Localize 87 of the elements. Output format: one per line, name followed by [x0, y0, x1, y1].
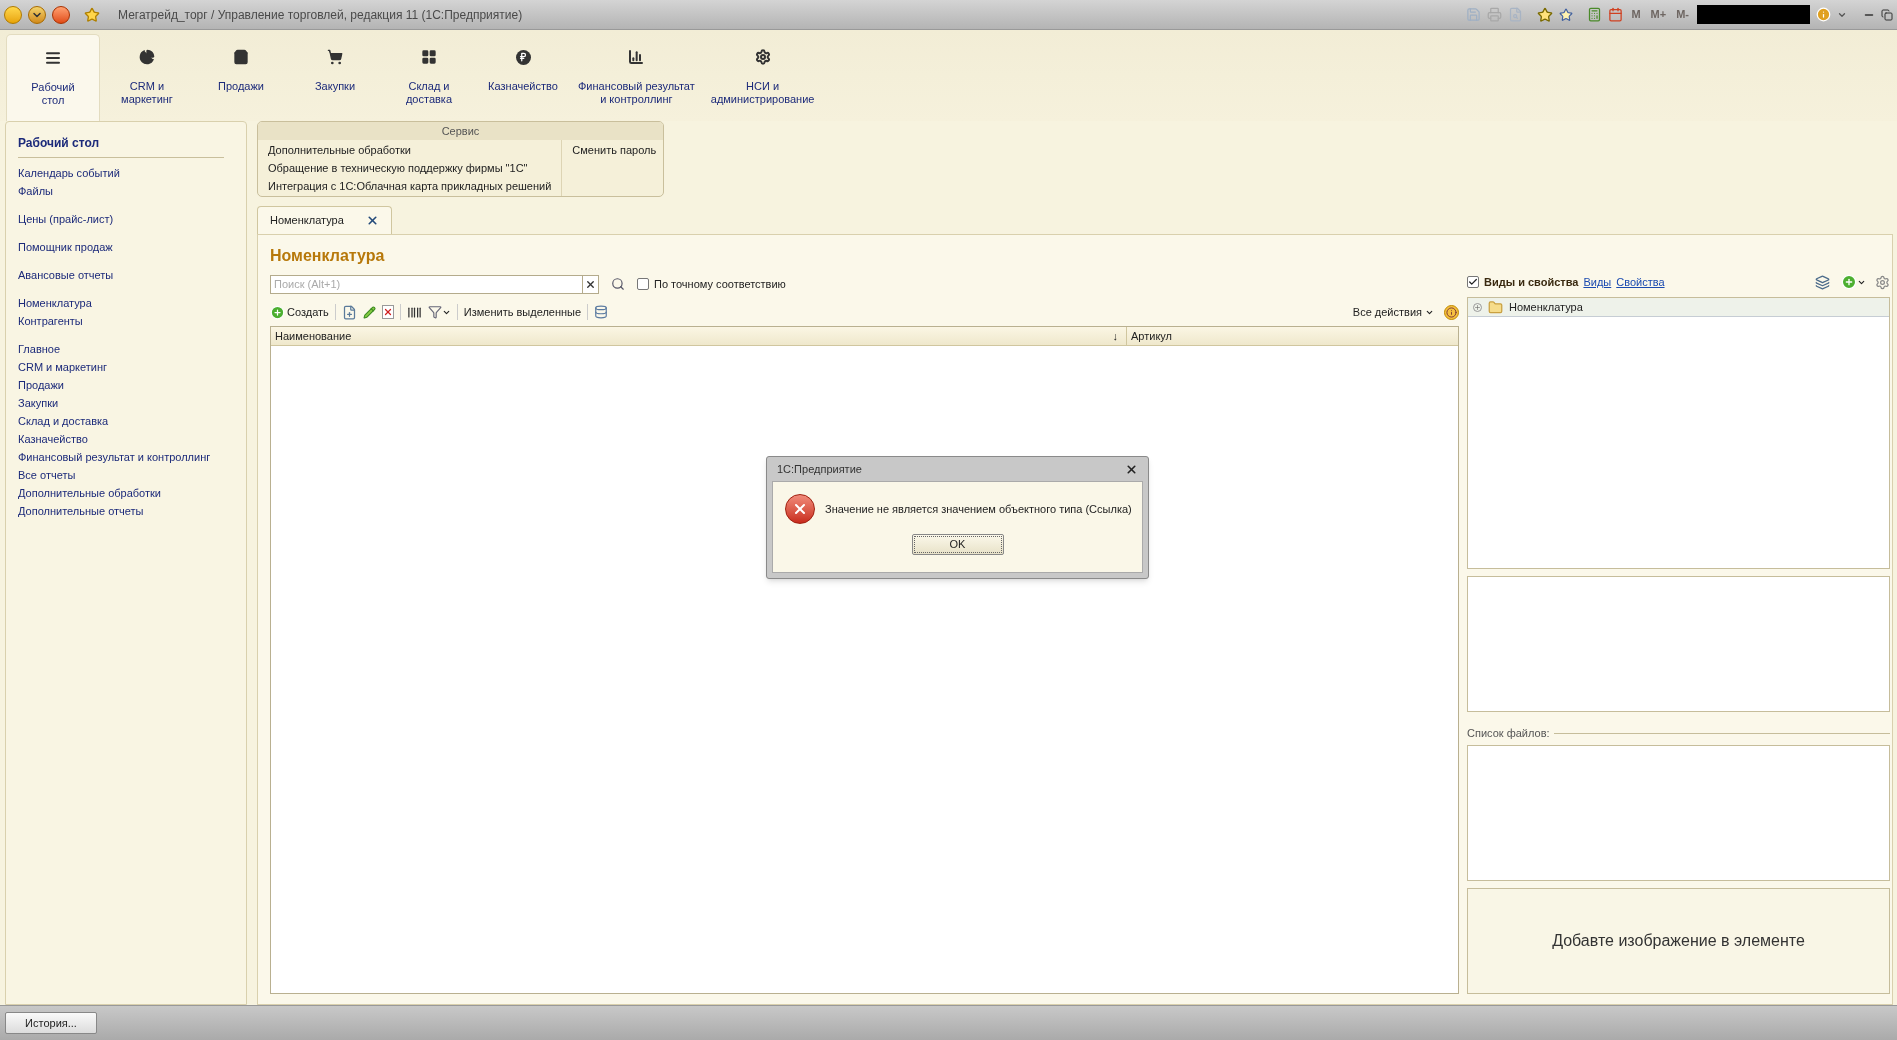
- bar-chart-icon: [628, 49, 645, 65]
- section-tab[interactable]: НСИ и администрирование: [702, 34, 823, 121]
- calculator-icon[interactable]: [1587, 7, 1603, 22]
- folder-icon: [1488, 299, 1503, 315]
- panel-link[interactable]: Виды: [1583, 273, 1612, 291]
- search-icon[interactable]: [611, 277, 625, 291]
- tree-row[interactable]: Номенклатура: [1468, 298, 1889, 317]
- info-icon[interactable]: [1816, 7, 1831, 22]
- section-tab[interactable]: Склад и доставка: [382, 34, 476, 121]
- service-link[interactable]: Обращение в техническую поддержку фирмы "1С": [268, 161, 552, 176]
- image-hint: Добавте изображение в элементе: [1552, 930, 1805, 951]
- star-page-icon[interactable]: [1559, 7, 1574, 22]
- delete-icon[interactable]: [381, 305, 394, 319]
- sidebar-link[interactable]: Дополнительные отчеты: [18, 504, 144, 518]
- sidebar-link[interactable]: Контрагенты: [18, 314, 83, 328]
- search-field[interactable]: Поиск (Alt+1): [270, 274, 583, 294]
- kinds-checkbox[interactable]: [1467, 276, 1479, 288]
- exact-match-checkbox[interactable]: [637, 278, 649, 290]
- column-header[interactable]: Артикул: [1127, 327, 1458, 345]
- copy-item-icon[interactable]: [341, 304, 357, 320]
- section-tab[interactable]: Закупки: [288, 34, 382, 121]
- files-label: Список файлов:: [1467, 726, 1550, 741]
- sidebar-title: Рабочий стол: [18, 134, 224, 158]
- close-icon[interactable]: [365, 214, 379, 227]
- sidebar-link[interactable]: Склад и доставка: [18, 414, 109, 428]
- section-tab[interactable]: Продажи: [194, 34, 288, 121]
- sidebar-link[interactable]: Цены (прайс-лист): [18, 212, 114, 226]
- sort-mark: ↓: [1112, 328, 1119, 344]
- section-tab[interactable]: Финансовый результат и контроллинг: [570, 34, 703, 121]
- section-tab[interactable]: Рабочий стол: [6, 34, 100, 121]
- create-button[interactable]: Создать: [270, 303, 329, 321]
- app-logo-icon[interactable]: [4, 5, 22, 24]
- ruble-coin-icon: [515, 49, 531, 65]
- all-actions-button[interactable]: Все действия: [1352, 303, 1434, 321]
- add-icon[interactable]: [1841, 274, 1866, 290]
- ok-button[interactable]: OK: [911, 534, 1004, 555]
- settings-icon: [754, 49, 771, 65]
- clear-icon[interactable]: [585, 278, 596, 290]
- history-button[interactable]: История...: [5, 1012, 97, 1034]
- sidebar-link[interactable]: Авансовые отчеты: [18, 268, 114, 282]
- barcode-icon[interactable]: [406, 304, 422, 320]
- pie-chart-icon: [139, 49, 155, 65]
- expand-icon[interactable]: [1473, 302, 1482, 312]
- dialog-title: 1С:Предприятие: [777, 461, 862, 477]
- cart-icon: [327, 49, 343, 65]
- filter-icon[interactable]: [427, 305, 451, 319]
- sidebar-link[interactable]: CRM и маркетинг: [18, 360, 108, 374]
- error-icon: [785, 494, 815, 524]
- sidebar-link[interactable]: Помощник продаж: [18, 240, 113, 254]
- dropdown-icon[interactable]: [28, 5, 46, 24]
- checkbox-label: По точному соответствию: [654, 276, 786, 292]
- sidebar-link[interactable]: Все отчеты: [18, 468, 76, 482]
- error-message: Значение не является значением объектного типа (Ссылка): [825, 501, 1132, 517]
- sidebar-link[interactable]: Календарь событий: [18, 166, 120, 180]
- sidebar-link[interactable]: Закупки: [18, 396, 59, 410]
- plus-icon: [270, 304, 285, 320]
- checkbox-label: Виды и свойства: [1484, 274, 1579, 290]
- edit-selected-button[interactable]: Изменить выделенные: [463, 303, 582, 321]
- close-icon[interactable]: [1125, 462, 1138, 476]
- section-tab[interactable]: Казначейство: [476, 34, 570, 121]
- sidebar-link[interactable]: Номенклатура: [18, 296, 92, 310]
- sidebar-link[interactable]: Файлы: [18, 184, 53, 198]
- star-icon[interactable]: [84, 6, 100, 23]
- service-link[interactable]: Сменить пароль: [572, 143, 657, 158]
- window-title: Мегатрейд_торг / Управление торговлей, редакция 11 (1С:Предприятие): [118, 6, 523, 24]
- document-tab[interactable]: Номенклатура: [257, 206, 392, 234]
- sidebar-link[interactable]: Финансовый результат и контроллинг: [18, 450, 211, 464]
- section-tab[interactable]: CRM и маркетинг: [100, 34, 194, 121]
- service-link[interactable]: Дополнительные обработки: [268, 143, 552, 158]
- settings-icon[interactable]: [1875, 274, 1890, 290]
- grid-icon: [421, 49, 437, 65]
- sidebar-link[interactable]: Главное: [18, 342, 61, 356]
- pencil-icon[interactable]: [362, 305, 376, 319]
- list-icon: [45, 50, 61, 66]
- panel-link[interactable]: Свойства: [1616, 273, 1665, 291]
- list-settings-icon[interactable]: [594, 305, 609, 319]
- sidebar-link[interactable]: Дополнительные обработки: [18, 486, 161, 500]
- column-header[interactable]: Наименование ↓: [271, 327, 1127, 345]
- calendar-icon[interactable]: [1608, 7, 1624, 22]
- help-icon[interactable]: [1444, 304, 1459, 320]
- service-link[interactable]: Интеграция с 1С:Облачная карта прикладных решений: [268, 179, 552, 194]
- sidebar-link[interactable]: Казначейство: [18, 432, 88, 446]
- restore-icon[interactable]: [1881, 8, 1893, 21]
- star-arrow-icon[interactable]: [1537, 6, 1554, 23]
- sidebar-link[interactable]: Продажи: [18, 378, 64, 392]
- form-title: Номенклатура: [270, 246, 385, 266]
- service-panel-title: Сервис: [258, 122, 663, 140]
